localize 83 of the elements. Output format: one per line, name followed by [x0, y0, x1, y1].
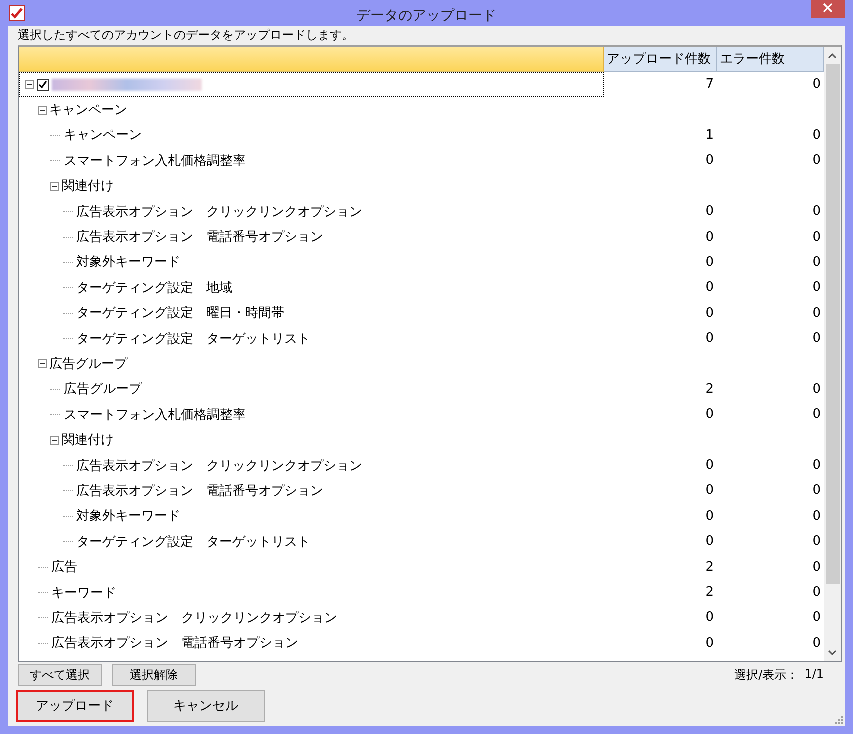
upload-count: 0 — [706, 508, 714, 524]
upload-count: 7 — [706, 77, 714, 92]
tree-item-label[interactable]: ターゲティング設定 ターゲットリスト — [76, 532, 310, 551]
error-count: 0 — [812, 306, 821, 321]
error-count: 0 — [812, 560, 821, 575]
window-title: データのアップロード — [356, 8, 496, 24]
close-icon — [823, 3, 833, 13]
error-count: 0 — [812, 458, 821, 474]
error-count: 0 — [812, 636, 821, 651]
selection-button[interactable]: すべて選択 — [18, 664, 102, 686]
upload-count: 0 — [706, 306, 714, 321]
tree-item-label[interactable]: 関連付け — [62, 177, 114, 196]
collapse-icon[interactable] — [50, 182, 59, 191]
tree-item-label[interactable]: キーワード — [52, 584, 116, 602]
upload-count: 2 — [706, 560, 714, 575]
error-count: 0 — [812, 508, 821, 524]
upload-count: 2 — [706, 382, 714, 397]
tree-item-label[interactable]: ターゲティング設定 ターゲットリスト — [76, 330, 310, 348]
upload-count: 0 — [706, 483, 714, 498]
collapse-icon[interactable] — [25, 80, 34, 90]
error-count: 0 — [812, 254, 821, 270]
instruction-text: 選択したすべてのアカウントのデータをアップロードします。 — [18, 28, 355, 42]
tree-item-label[interactable]: キャンペーン — [64, 126, 142, 144]
error-count: 0 — [812, 331, 821, 346]
tree-item-label[interactable]: 対象外キーワード — [76, 507, 180, 526]
resize-grip-icon[interactable] — [833, 714, 843, 724]
error-count: 0 — [812, 77, 821, 92]
error-count: 0 — [812, 407, 821, 422]
cancel-button[interactable]: キャンセル — [147, 690, 265, 722]
scrollbar-thumb[interactable] — [826, 64, 840, 584]
upload-count: 0 — [706, 280, 714, 296]
tree-item-label[interactable]: ターゲティング設定 地域 — [76, 278, 232, 297]
error-count: 0 — [812, 128, 821, 143]
collapse-icon[interactable] — [38, 106, 46, 115]
error-count: 0 — [812, 280, 821, 296]
scroll-down-icon[interactable] — [828, 650, 837, 656]
upload-count: 0 — [706, 331, 714, 346]
upload-count: 2 — [706, 585, 714, 600]
tree-item-label[interactable]: 広告表示オプション 電話番号オプション — [76, 482, 324, 500]
tree-item-label[interactable]: スマートフォン入札価格調整率 — [64, 406, 246, 424]
checkbox[interactable] — [37, 78, 49, 91]
close-button[interactable] — [811, 0, 845, 18]
error-count: 0 — [812, 534, 821, 550]
column-header[interactable]: エラー件数 — [717, 47, 824, 72]
error-count: 0 — [812, 585, 821, 600]
error-count: 0 — [812, 153, 821, 168]
tree-item-label[interactable]: スマートフォン入札価格調整率 — [64, 152, 246, 170]
upload-count: 0 — [706, 636, 714, 651]
tree-item-label[interactable]: 広告表示オプション 電話番号オプション — [76, 228, 324, 246]
upload-button[interactable]: アップロード — [16, 690, 134, 722]
error-count: 0 — [812, 230, 821, 245]
upload-count: 0 — [706, 254, 714, 270]
upload-count: 0 — [706, 204, 714, 220]
error-count: 0 — [812, 610, 821, 626]
selection-button[interactable]: 選択解除 — [112, 664, 196, 686]
tree-item-label[interactable]: 広告 — [52, 558, 78, 576]
app-icon — [9, 5, 25, 21]
upload-count: 0 — [706, 407, 714, 422]
tree-item-label[interactable]: 対象外キーワード — [76, 253, 180, 272]
collapse-icon[interactable] — [38, 359, 46, 368]
upload-count: 0 — [706, 534, 714, 550]
upload-count: 0 — [706, 458, 714, 474]
upload-count: 0 — [706, 610, 714, 626]
upload-count: 1 — [706, 128, 714, 143]
upload-count: 0 — [706, 230, 714, 245]
error-count: 0 — [812, 204, 821, 220]
tree-item-label[interactable]: キャンペーン — [50, 101, 128, 120]
upload-count: 0 — [706, 153, 714, 168]
error-count: 0 — [812, 382, 821, 397]
tree-item-label[interactable]: 広告表示オプション クリックリンクオプション — [76, 202, 362, 221]
tree-item-label[interactable]: 広告グループ — [64, 380, 142, 398]
tree-item-label[interactable]: 広告表示オプション 電話番号オプション — [52, 634, 298, 652]
tree-item-label[interactable]: 関連付け — [62, 431, 114, 450]
tree-item-label[interactable]: 広告表示オプション クリックリンクオプション — [76, 456, 362, 475]
error-count: 0 — [812, 483, 821, 498]
tree-item-label[interactable]: 広告グループ — [50, 354, 128, 373]
selection-status-value: 1/1 — [804, 666, 824, 682]
scroll-up-icon[interactable] — [828, 52, 837, 58]
tree-item-label[interactable]: ターゲティング設定 曜日・時間帯 — [76, 304, 284, 322]
selection-status-label: 選択/表示： — [734, 666, 799, 684]
column-header[interactable]: アップロード件数 — [604, 47, 717, 72]
collapse-icon[interactable] — [50, 436, 59, 445]
tree-item-label[interactable]: 広告表示オプション クリックリンクオプション — [52, 608, 338, 627]
